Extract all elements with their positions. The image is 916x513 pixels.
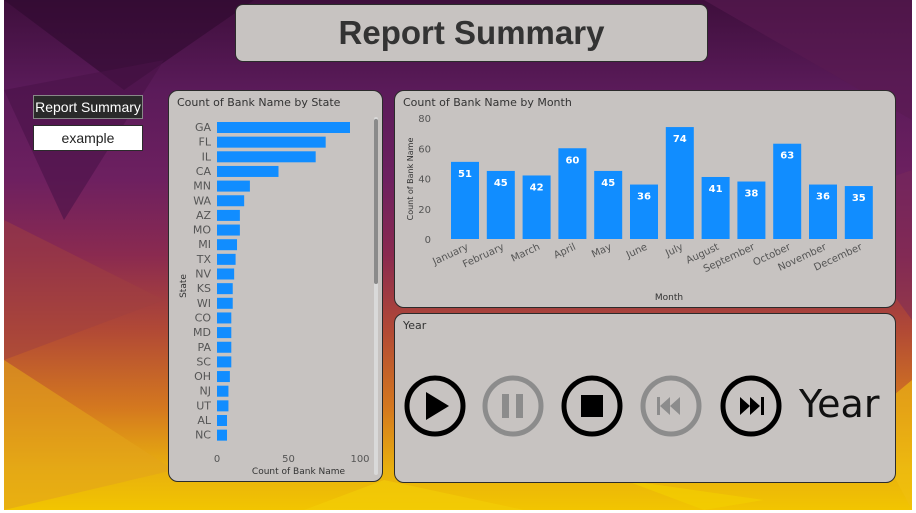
slicer-header: Report Summary bbox=[33, 95, 143, 119]
month-data-label: 35 bbox=[852, 193, 866, 204]
state-bar bbox=[217, 253, 236, 265]
state-tick-label: IL bbox=[202, 150, 212, 163]
state-bar bbox=[217, 268, 235, 280]
state-y-axis-label: State bbox=[179, 274, 189, 298]
month-x-tick: July bbox=[663, 242, 685, 260]
stop-icon[interactable] bbox=[561, 375, 623, 437]
state-bar bbox=[217, 180, 250, 192]
state-bar bbox=[217, 136, 326, 148]
state-tick-label: MN bbox=[193, 180, 211, 193]
state-bar-chart: GA FLIL CA MNWA AZ MOMI TX NVKS WICO MD PASC OH NJUT… bbox=[179, 117, 378, 477]
report-canvas: Report Summary Report Summary example Co… bbox=[4, 0, 912, 510]
state-tick-label: UT bbox=[196, 399, 211, 412]
state-x-tick: 100 bbox=[350, 454, 369, 465]
state-chart-panel: Count of Bank Name by State GA FL IL CA MN WA… bbox=[168, 90, 383, 482]
slicer-item-example[interactable]: example bbox=[33, 125, 143, 151]
state-bar bbox=[217, 400, 229, 412]
state-tick-label: TX bbox=[196, 253, 212, 266]
state-bar bbox=[217, 165, 279, 177]
state-bar bbox=[217, 224, 240, 236]
month-x-tick: June bbox=[624, 242, 649, 262]
month-data-label: 38 bbox=[744, 189, 758, 200]
pause-icon[interactable] bbox=[482, 375, 544, 437]
skip-forward-icon[interactable] bbox=[720, 375, 782, 437]
state-tick-label: AL bbox=[197, 414, 212, 427]
skip-back-icon[interactable] bbox=[640, 375, 702, 437]
state-x-tick: 0 bbox=[214, 454, 220, 465]
state-tick-label: WA bbox=[193, 194, 211, 207]
year-label: Year bbox=[799, 382, 880, 426]
state-x-axis-label: Count of Bank Name bbox=[252, 467, 346, 477]
state-scrollbar-thumb[interactable] bbox=[374, 119, 378, 284]
state-tick-label: MI bbox=[198, 238, 211, 251]
state-tick-label: SC bbox=[196, 355, 211, 368]
state-bar bbox=[217, 122, 350, 133]
state-tick-label: NV bbox=[195, 268, 211, 281]
state-x-tick: 50 bbox=[282, 454, 295, 465]
month-x-tick: May bbox=[590, 242, 613, 261]
month-data-label: 36 bbox=[816, 192, 830, 203]
state-bar bbox=[217, 312, 232, 324]
state-bar bbox=[217, 327, 232, 339]
month-data-label: 51 bbox=[458, 169, 472, 180]
state-tick-label: CO bbox=[195, 311, 212, 324]
state-bar bbox=[217, 371, 230, 383]
state-tick-label: AZ bbox=[196, 209, 212, 222]
month-data-label: 42 bbox=[530, 182, 544, 193]
month-data-label: 41 bbox=[709, 184, 723, 195]
month-y-tick: 60 bbox=[418, 144, 431, 155]
month-data-label: 36 bbox=[637, 192, 651, 203]
play-icon[interactable] bbox=[404, 375, 466, 437]
month-x-axis-label: Month bbox=[655, 293, 683, 303]
month-x-tick: February bbox=[461, 242, 506, 271]
month-data-label: 45 bbox=[601, 178, 615, 189]
state-tick-label: MD bbox=[193, 326, 211, 339]
month-y-tick: 40 bbox=[418, 175, 431, 186]
state-bar bbox=[217, 385, 229, 397]
month-data-label: 45 bbox=[494, 178, 508, 189]
month-x-tick: April bbox=[552, 242, 577, 262]
month-bar-chart: 02040608051January45February42March60Apr… bbox=[406, 114, 873, 303]
state-bar bbox=[217, 151, 316, 163]
month-data-label: 74 bbox=[673, 134, 687, 145]
state-bar bbox=[217, 209, 240, 221]
page-title-box: Report Summary bbox=[235, 4, 708, 62]
state-tick-label: MO bbox=[193, 224, 211, 237]
state-bar bbox=[217, 341, 232, 353]
month-y-tick: 80 bbox=[418, 114, 431, 125]
state-tick-label: OH bbox=[194, 370, 211, 383]
state-tick-label: WI bbox=[197, 297, 211, 310]
month-y-tick: 0 bbox=[425, 235, 431, 246]
state-bar bbox=[217, 195, 245, 207]
state-tick-label: NC bbox=[195, 429, 211, 442]
year-panel: Year Year bbox=[394, 313, 896, 483]
state-tick-label: GA bbox=[195, 121, 212, 134]
month-chart-panel: Count of Bank Name by Month 0 20 40 60 80 51 J… bbox=[394, 90, 896, 308]
state-tick-label: KS bbox=[197, 282, 211, 295]
month-y-axis-label: Count of Bank Name bbox=[406, 138, 415, 221]
state-tick-label: NJ bbox=[200, 385, 211, 398]
month-y-tick: 20 bbox=[418, 205, 431, 216]
page-title: Report Summary bbox=[338, 14, 605, 51]
state-bar bbox=[217, 283, 233, 295]
state-tick-label: CA bbox=[196, 165, 212, 178]
state-bar bbox=[217, 239, 238, 251]
month-x-tick: March bbox=[510, 242, 542, 265]
state-bar bbox=[217, 356, 232, 368]
state-bar bbox=[217, 297, 233, 309]
state-bar bbox=[217, 429, 228, 441]
state-tick-label: PA bbox=[198, 341, 212, 354]
month-data-label: 60 bbox=[565, 155, 579, 166]
month-data-label: 63 bbox=[780, 151, 794, 162]
state-bar bbox=[217, 415, 228, 426]
state-tick-label: FL bbox=[199, 136, 212, 149]
